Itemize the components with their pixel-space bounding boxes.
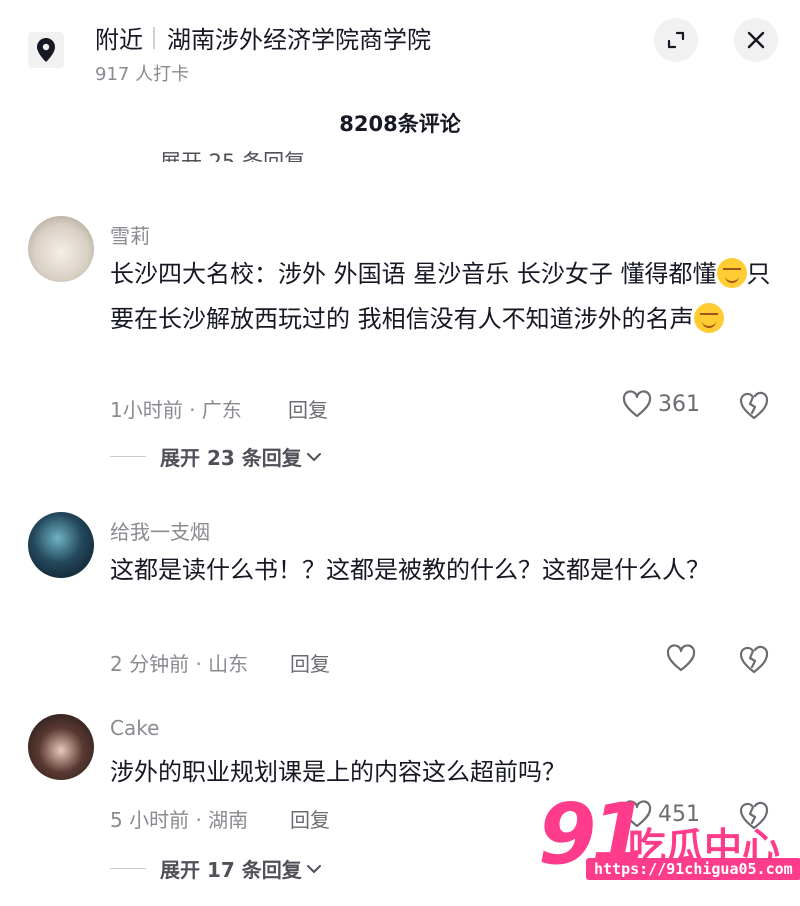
- chevron-down-icon: [306, 452, 321, 461]
- expand-button[interactable]: [654, 18, 698, 62]
- chevron-down-icon: [306, 864, 321, 873]
- reply-button[interactable]: 回复: [290, 804, 330, 833]
- dislike-button[interactable]: [738, 644, 770, 678]
- avatar[interactable]: [28, 714, 94, 780]
- watermark-url: https://91chigua05.com: [586, 858, 800, 880]
- username[interactable]: 给我一支烟: [110, 516, 210, 545]
- dislike-button[interactable]: [738, 390, 770, 424]
- expand-icon: [667, 31, 685, 49]
- location-title[interactable]: 附近 湖南涉外经济学院商学院: [95, 20, 431, 55]
- previous-expand-replies[interactable]: 展开 25 条回复: [160, 140, 305, 162]
- username[interactable]: 雪莉: [110, 220, 150, 249]
- time-location: 1小时前 · 广东: [110, 398, 242, 422]
- username[interactable]: Cake: [110, 716, 159, 740]
- grin-emoji-icon: [716, 258, 747, 288]
- checkin-count: 917 人打卡: [95, 64, 190, 85]
- location-header: 附近 湖南涉外经济学院商学院 917 人打卡 8208条评论: [0, 0, 800, 150]
- time-location: 2 分钟前 · 山东: [110, 652, 249, 676]
- comment-item: 雪莉 长沙四大名校：涉外 外国语 星沙音乐 长沙女子 懂得都懂 只要在长沙解放西玩…: [0, 210, 800, 480]
- like-count: 361: [658, 391, 700, 417]
- broken-heart-icon: [739, 391, 769, 420]
- close-icon: [747, 31, 765, 49]
- nearby-label: 附近: [95, 26, 143, 54]
- broken-heart-icon: [739, 645, 769, 674]
- avatar[interactable]: [28, 216, 94, 282]
- comment-count-title: 8208条评论: [339, 112, 461, 136]
- avatar[interactable]: [28, 512, 94, 578]
- reply-button[interactable]: 回复: [290, 648, 330, 677]
- comment-item: 给我一支烟 这都是读什么书！？这都是被教的什么？这都是什么人？ 2 分钟前 · …: [0, 510, 800, 680]
- smirk-emoji-icon: [693, 303, 724, 333]
- place-name: 湖南涉外经济学院商学院: [167, 26, 431, 54]
- comment-text: 长沙四大名校：涉外 外国语 星沙音乐 长沙女子 懂得都懂 只要在长沙解放西玩过的 …: [110, 258, 771, 333]
- expand-replies-button[interactable]: 展开 17 条回复: [110, 854, 322, 883]
- heart-icon: [666, 644, 696, 672]
- like-button[interactable]: [666, 644, 702, 672]
- title-divider: [153, 26, 155, 49]
- expand-replies-button[interactable]: 展开 23 条回复: [110, 442, 322, 471]
- location-pin-icon: [28, 32, 64, 68]
- comment-text: 涉外的职业规划课是上的内容这么超前吗？: [110, 758, 566, 786]
- watermark-logo: 91 吃瓜中心 https://91chigua05.com: [538, 792, 800, 898]
- reply-button[interactable]: 回复: [288, 394, 328, 423]
- time-location: 5 小时前 · 湖南: [110, 808, 249, 832]
- divider-line: [110, 456, 146, 457]
- close-button[interactable]: [734, 18, 778, 62]
- comment-text: 这都是读什么书！？这都是被教的什么？这都是什么人？: [110, 556, 710, 584]
- like-button[interactable]: 361: [622, 390, 700, 418]
- heart-icon: [622, 390, 652, 418]
- divider-line: [110, 868, 146, 869]
